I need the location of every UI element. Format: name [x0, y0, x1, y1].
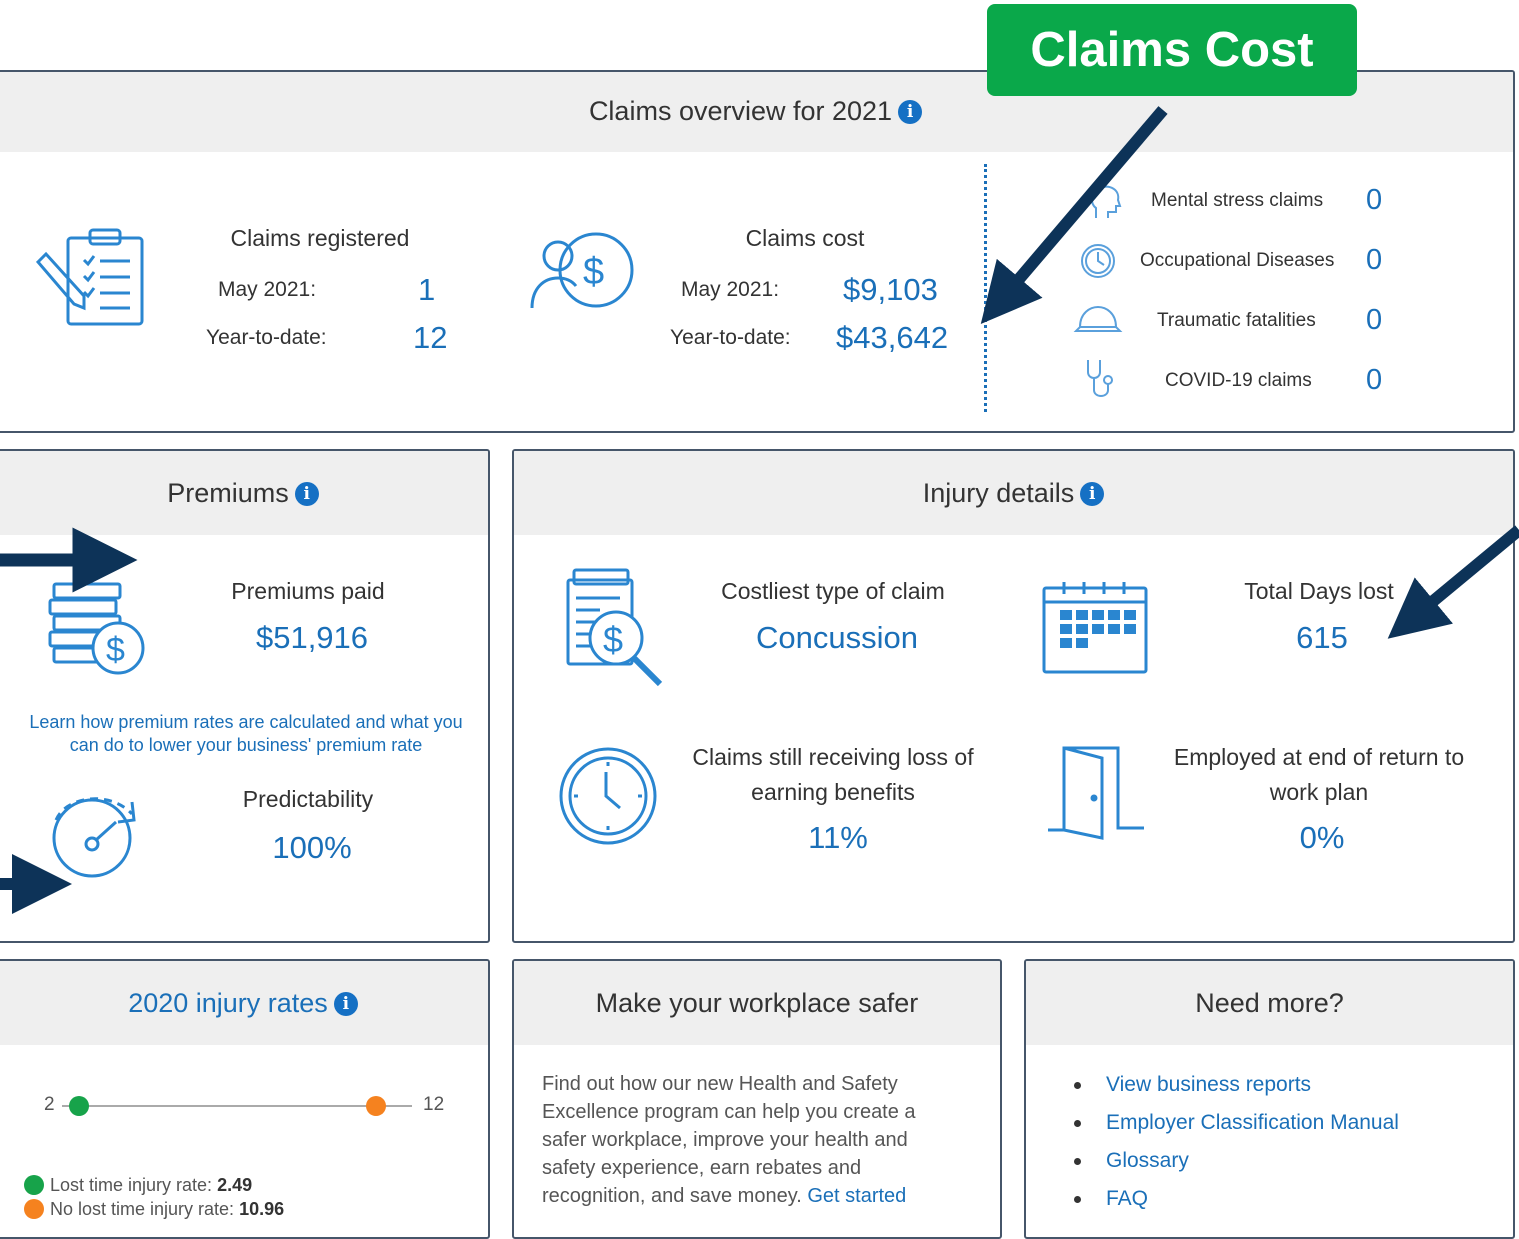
arrow-to-claims-cost: [980, 106, 1168, 324]
annotation-arrows: [0, 106, 1519, 914]
arrow-to-days-lost: [1387, 525, 1519, 639]
